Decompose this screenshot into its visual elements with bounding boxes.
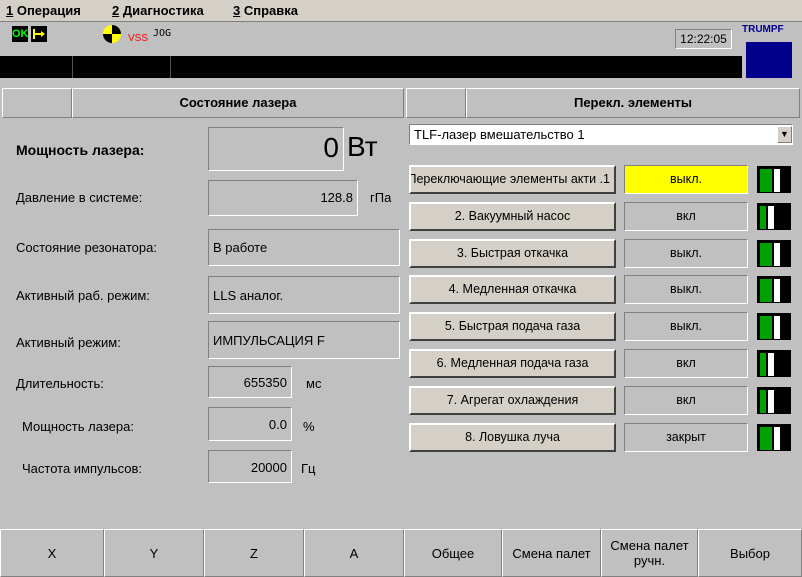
toggle-white-segment — [774, 279, 780, 302]
bottom-button[interactable]: Y — [104, 529, 204, 577]
resonator-value: В работе — [208, 229, 400, 266]
bottom-button[interactable]: Смена палет ручн. — [601, 529, 698, 577]
toggle-white-segment — [768, 353, 774, 376]
switch-element-button[interactable]: 5. Быстрая подача газа — [409, 312, 616, 341]
switch-element-status: выкл. — [624, 239, 748, 268]
pulse-frequency-label: Частота импульсов: — [22, 461, 143, 476]
switch-element-button[interactable]: 6. Медленная подача газа — [409, 349, 616, 378]
switch-element-button[interactable]: 1. Переключающие элементы акти — [409, 165, 616, 194]
toggle-white-segment — [768, 390, 774, 413]
bottom-button[interactable]: Общее — [404, 529, 502, 577]
switch-element-status: вкл — [624, 349, 748, 378]
interlock-select[interactable]: TLF-лазер вмешательство 1 — [409, 124, 793, 145]
switch-element-button[interactable]: 7. Агрегат охлаждения — [409, 386, 616, 415]
toggle-green-segment — [760, 279, 772, 302]
menu-help[interactable]: 3 Справка — [233, 3, 298, 18]
switch-element-toggle[interactable] — [757, 276, 791, 303]
vss-indicator: VSS — [128, 33, 149, 44]
switch-element-toggle[interactable] — [757, 350, 791, 377]
beam-status-icon — [102, 24, 122, 44]
laser-power-percent-unit: % — [303, 419, 315, 434]
switch-element-button[interactable]: 8. Ловушка луча — [409, 423, 616, 452]
switch-element-toggle[interactable] — [757, 387, 791, 414]
switch-element-status: выкл. — [624, 165, 748, 194]
toggle-green-segment — [760, 316, 772, 339]
switch-elements-title: Перекл. элементы — [466, 88, 800, 118]
bottom-button[interactable]: Z — [204, 529, 304, 577]
left-header-spacer — [2, 88, 72, 118]
clock: 12:22:05 — [675, 29, 732, 49]
toggle-white-segment — [768, 206, 774, 229]
switch-element-status: выкл. — [624, 275, 748, 304]
pressure-unit: гПа — [370, 190, 392, 205]
toggle-green-segment — [760, 169, 772, 192]
pressure-value: 128.8 — [208, 180, 358, 216]
bottom-button[interactable]: A — [304, 529, 404, 577]
active-mode-value: ИМПУЛЬСАЦИЯ F — [208, 321, 400, 359]
toggle-white-segment — [774, 169, 780, 192]
pulse-frequency-value: 20000 — [208, 450, 292, 483]
pressure-label: Давление в системе: — [16, 190, 143, 205]
jog-indicator: JOG — [153, 28, 172, 39]
message-bar-divider — [170, 56, 171, 78]
ok-indicator-icon: OK — [12, 26, 29, 42]
bottom-button[interactable]: Смена палет — [502, 529, 601, 577]
active-work-mode-label: Активный раб. режим: — [16, 288, 150, 303]
switch-element-button[interactable]: 2. Вакуумный насос — [409, 202, 616, 231]
brand-logo-block — [746, 42, 792, 78]
menu-diagnostics[interactable]: 2 Диагностика — [112, 3, 204, 18]
duration-unit: мс — [306, 376, 322, 391]
switch-element-toggle[interactable] — [757, 203, 791, 230]
resonator-label: Состояние резонатора: — [16, 240, 157, 255]
toggle-green-segment — [760, 353, 766, 376]
pulse-frequency-unit: Гц — [301, 461, 316, 476]
switch-element-toggle[interactable] — [757, 166, 791, 193]
switch-element-button[interactable]: 3. Быстрая откачка — [409, 239, 616, 268]
toggle-white-segment — [774, 316, 780, 339]
door-status-icon — [31, 26, 47, 42]
laser-status-title: Состояние лазера — [72, 88, 404, 118]
laser-power-percent-value: 0.0 — [208, 407, 292, 441]
duration-label: Длительность: — [16, 376, 104, 391]
laser-power-label: Мощность лазера: — [16, 142, 145, 158]
active-work-mode-value: LLS аналог. — [208, 276, 400, 314]
toggle-green-segment — [760, 243, 772, 266]
toggle-white-segment — [774, 427, 780, 450]
right-header-spacer — [406, 88, 466, 118]
brand-logo: TRUMPF — [742, 24, 784, 35]
toggle-green-segment — [760, 206, 766, 229]
laser-power-value: 0 — [208, 127, 344, 171]
menu-operation[interactable]: 1 Операция — [6, 3, 81, 18]
toggle-green-segment — [760, 427, 772, 450]
switch-element-status: закрыт — [624, 423, 748, 452]
switch-element-toggle[interactable] — [757, 424, 791, 451]
chevron-down-icon[interactable]: ▼ — [777, 126, 792, 143]
message-bar-divider — [72, 56, 73, 78]
active-mode-label: Активный режим: — [16, 335, 121, 350]
message-bar — [0, 56, 742, 78]
switch-element-button[interactable]: 4. Медленная откачка — [409, 275, 616, 304]
switch-element-status: вкл — [624, 386, 748, 415]
bottom-button[interactable]: X — [0, 529, 104, 577]
switch-element-status: выкл. — [624, 312, 748, 341]
toggle-green-segment — [760, 390, 766, 413]
toggle-white-segment — [774, 243, 780, 266]
duration-value: 655350 — [208, 366, 292, 398]
switch-element-toggle[interactable] — [757, 240, 791, 267]
switch-element-toggle[interactable] — [757, 313, 791, 340]
menu-bar: 1 Операция 2 Диагностика 3 Справка — [0, 0, 802, 22]
laser-power-percent-label: Мощность лазера: — [22, 419, 134, 434]
switch-element-status: вкл — [624, 202, 748, 231]
laser-power-unit: Вт — [347, 131, 378, 162]
bottom-button[interactable]: Выбор — [698, 529, 802, 577]
